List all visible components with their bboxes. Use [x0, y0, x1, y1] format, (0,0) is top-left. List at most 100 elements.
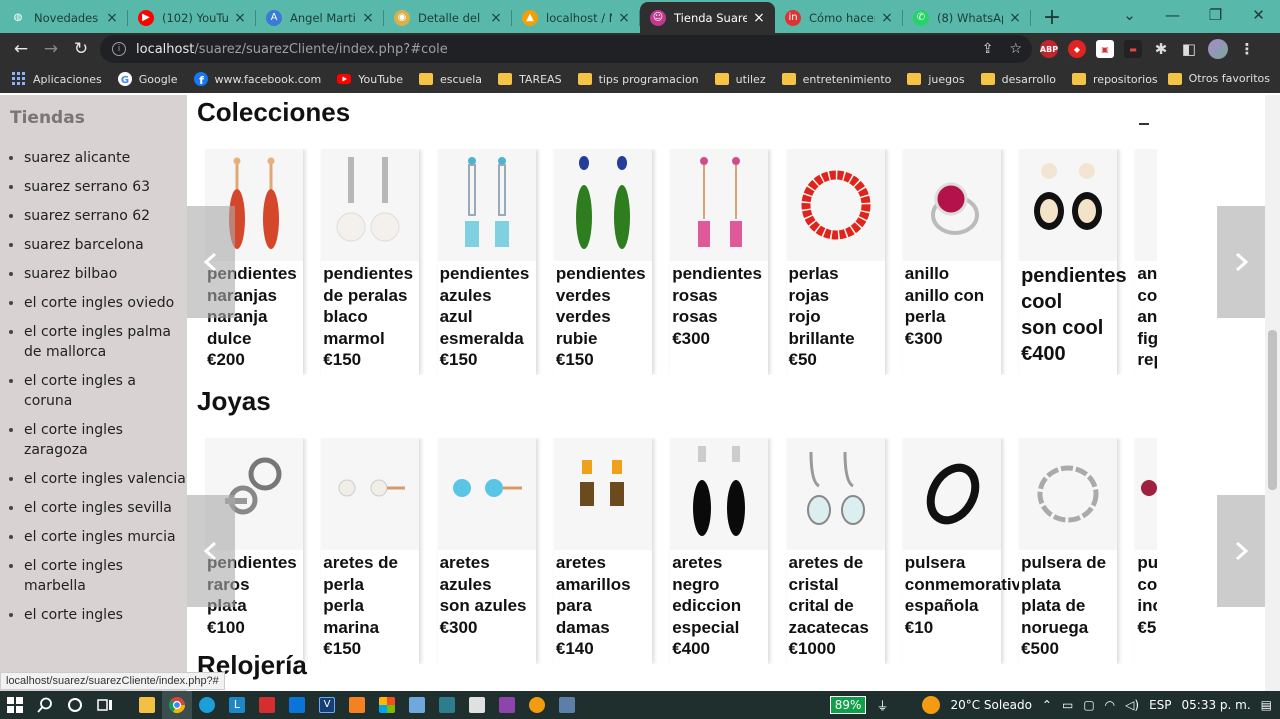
- tab-close-icon[interactable]: ×: [1007, 10, 1023, 26]
- ms-store-icon[interactable]: [372, 691, 402, 719]
- tab-close-icon[interactable]: ×: [751, 10, 767, 26]
- store-item[interactable]: el corte ingles valencia: [8, 469, 187, 489]
- side-panel-icon[interactable]: ◧: [1180, 40, 1198, 58]
- product-card[interactable]: pendientes rosas rosas €300: [670, 149, 769, 375]
- extensions-puzzle-icon[interactable]: ✱: [1152, 40, 1170, 58]
- terminal-app-icon[interactable]: [432, 691, 462, 719]
- tab-close-icon[interactable]: ×: [488, 10, 504, 26]
- browser-tab[interactable]: ◉ Detalle del em ×: [384, 2, 512, 33]
- product-image[interactable]: [902, 438, 1001, 550]
- back-button[interactable]: ←: [6, 34, 36, 64]
- product-card[interactable]: perlas rojas rojo brillante €50: [786, 149, 885, 375]
- bookmark-facebook[interactable]: f www.facebook.com: [193, 72, 321, 86]
- product-image[interactable]: [670, 149, 769, 261]
- store-item[interactable]: el corte ingles palma de mallorca: [8, 322, 187, 362]
- cortana-icon[interactable]: [60, 691, 90, 719]
- edge-icon[interactable]: [192, 691, 222, 719]
- page-scrollbar[interactable]: [1265, 95, 1280, 692]
- product-card[interactable]: pendientes cool son cool €400: [1019, 149, 1127, 375]
- browser-tab[interactable]: A Angel Martinez ×: [256, 2, 384, 33]
- store-item[interactable]: suarez serrano 63: [8, 177, 187, 197]
- store-item[interactable]: el corte ingles sevilla: [8, 498, 187, 518]
- other-bookmarks[interactable]: Otros favoritos: [1167, 72, 1270, 85]
- product-card[interactable]: aretes de perla perla marina €150: [321, 438, 420, 664]
- product-image[interactable]: [437, 438, 536, 550]
- product-image[interactable]: [1019, 438, 1118, 550]
- tray-chevron-icon[interactable]: ⌃: [1042, 698, 1052, 712]
- product-image[interactable]: [786, 438, 885, 550]
- product-card[interactable]: aretes amarillos para damas €140: [553, 438, 652, 664]
- chrome-icon[interactable]: [162, 691, 192, 719]
- bookmark-google[interactable]: G Google: [117, 72, 178, 86]
- tab-search-icon[interactable]: ⌄: [1108, 0, 1151, 30]
- bookmark-apps[interactable]: Aplicaciones: [12, 72, 102, 86]
- browser-tab[interactable]: ◍ Novedades ×: [0, 2, 128, 33]
- reload-button[interactable]: ↻: [66, 34, 96, 64]
- carousel-next-button[interactable]: [1217, 206, 1265, 318]
- product-image[interactable]: [670, 438, 769, 550]
- sublime-icon[interactable]: [342, 691, 372, 719]
- bookmark-folder[interactable]: tips programacion: [577, 73, 699, 86]
- language-indicator[interactable]: ESP: [1149, 698, 1171, 712]
- product-image[interactable]: [553, 149, 652, 261]
- product-image[interactable]: [1135, 149, 1157, 261]
- product-image[interactable]: [321, 149, 420, 261]
- bookmark-folder[interactable]: juegos: [907, 73, 965, 86]
- product-image[interactable]: [553, 438, 652, 550]
- site-info-icon[interactable]: i: [112, 42, 126, 56]
- bookmark-folder[interactable]: utilez: [714, 73, 766, 86]
- product-image[interactable]: [1135, 438, 1157, 550]
- windows-start-icon[interactable]: [0, 691, 30, 719]
- cube-app-icon[interactable]: [402, 691, 432, 719]
- store-item[interactable]: el corte ingles zaragoza: [8, 420, 187, 460]
- product-card[interactable]: pulsera de plata plata de noruega €500: [1019, 438, 1118, 664]
- tab-close-icon[interactable]: ×: [360, 10, 376, 26]
- profile-avatar[interactable]: [1208, 39, 1228, 59]
- adblock-icon[interactable]: ABP: [1040, 40, 1058, 58]
- l-app-icon[interactable]: L: [222, 691, 252, 719]
- carousel-prev-button[interactable]: [187, 495, 235, 607]
- tab-close-icon[interactable]: ×: [879, 10, 895, 26]
- notifications-icon[interactable]: ▤: [1261, 698, 1272, 712]
- product-image[interactable]: [321, 438, 420, 550]
- store-item[interactable]: suarez barcelona: [8, 235, 187, 255]
- product-image[interactable]: [437, 149, 536, 261]
- close-window-button[interactable]: ✕: [1237, 0, 1280, 30]
- notes-app-icon[interactable]: [462, 691, 492, 719]
- product-image[interactable]: [1019, 149, 1118, 261]
- store-item[interactable]: el corte ingles a coruna: [8, 371, 187, 411]
- product-card[interactable]: pulsera conmemorativa española €10: [902, 438, 1030, 664]
- scrollbar-thumb[interactable]: [1268, 330, 1277, 490]
- product-card[interactable]: aretes de cristal crital de zacatecas €1000: [786, 438, 885, 664]
- tab-close-icon[interactable]: ×: [616, 10, 632, 26]
- address-bar[interactable]: i localhost/suarez/suarezCliente/index.p…: [100, 35, 1032, 63]
- bookmark-folder[interactable]: desarrollo: [980, 73, 1056, 86]
- store-item[interactable]: suarez bilbao: [8, 264, 187, 284]
- store-item[interactable]: el corte ingles oviedo: [8, 293, 187, 313]
- carousel-next-button[interactable]: [1217, 495, 1265, 607]
- product-card[interactable]: pulsera con incrustaciones €5: [1135, 438, 1157, 664]
- sun-app-icon[interactable]: [522, 691, 552, 719]
- browser-tab[interactable]: ▶ (102) YouTube ×: [128, 2, 256, 33]
- store-item[interactable]: el corte ingles marbella: [8, 556, 187, 596]
- product-image[interactable]: [902, 149, 1001, 261]
- bookmark-star-icon[interactable]: ☆: [1009, 41, 1022, 57]
- product-card[interactable]: pendientes azules azul esmeralda €150: [437, 149, 536, 375]
- bookmark-youtube[interactable]: YouTube: [337, 72, 403, 86]
- menu-kebab-icon[interactable]: ⋮: [1238, 40, 1256, 58]
- browser-tab[interactable]: ☺ Tienda Suarez ×: [640, 2, 775, 33]
- mail-icon[interactable]: [282, 691, 312, 719]
- wifi-icon[interactable]: ◠: [1105, 698, 1115, 712]
- extension-pocket-icon[interactable]: ▣: [1096, 40, 1114, 58]
- battery-indicator[interactable]: 89%: [829, 696, 867, 714]
- network-card-icon[interactable]: ▭: [1062, 698, 1073, 712]
- settings-app-icon[interactable]: [552, 691, 582, 719]
- minimize-button[interactable]: —: [1151, 0, 1194, 30]
- volume-icon[interactable]: ◁): [1125, 698, 1139, 712]
- browser-tab[interactable]: ✆ (8) WhatsApp ×: [903, 2, 1031, 33]
- bookmark-folder[interactable]: escuela: [418, 73, 482, 86]
- weather-text[interactable]: 20°C Soleado: [950, 698, 1031, 712]
- extension-dark-icon[interactable]: ▬: [1124, 40, 1142, 58]
- maximize-button[interactable]: ❐: [1194, 0, 1237, 30]
- store-item[interactable]: el corte ingles murcia: [8, 527, 187, 547]
